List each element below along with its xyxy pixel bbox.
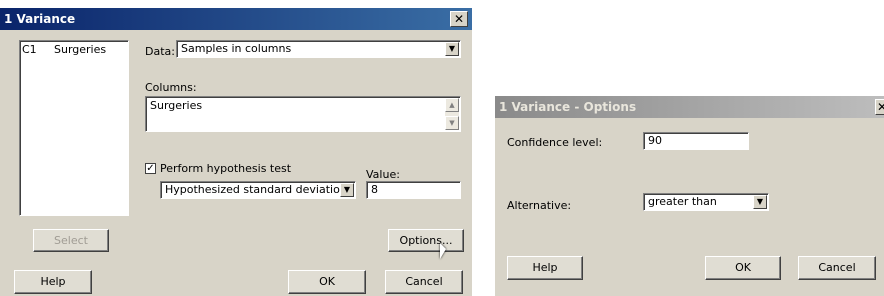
variance-dialog: 1 Variance ✕ C1 Surgeries Data: Samples … (0, 8, 472, 296)
alternative-dropdown-value: greater than (648, 195, 717, 208)
scroll-up-icon[interactable]: ▲ (445, 98, 459, 112)
alternative-dropdown[interactable]: greater than ▼ (643, 193, 769, 211)
variance-dialog-title-bar[interactable]: 1 Variance (0, 8, 472, 30)
cancel-button[interactable]: Cancel (385, 270, 463, 294)
columns-label: Columns: (145, 81, 197, 94)
hypothesis-type-value: Hypothesized standard deviation (165, 183, 347, 196)
help-button[interactable]: Help (14, 270, 92, 294)
confidence-input-value: 90 (648, 134, 662, 147)
options-cancel-button[interactable]: Cancel (798, 256, 876, 280)
options-button[interactable]: Options... (388, 229, 464, 252)
options-dialog-title: 1 Variance - Options (499, 100, 637, 114)
value-label: Value: (366, 168, 400, 181)
ok-button[interactable]: OK (288, 270, 366, 294)
data-dropdown-value: Samples in columns (181, 42, 292, 55)
mouse-cursor-icon (440, 243, 446, 259)
alternative-label: Alternative: (507, 199, 572, 212)
confidence-label: Confidence level: (507, 136, 603, 149)
variance-dialog-title: 1 Variance (4, 12, 76, 26)
chevron-down-icon[interactable]: ▼ (340, 183, 354, 197)
variable-listbox[interactable]: C1 Surgeries (19, 40, 129, 216)
perform-test-label: Perform hypothesis test (160, 162, 292, 175)
scroll-down-icon[interactable]: ▼ (445, 116, 459, 130)
hypothesis-type-dropdown[interactable]: Hypothesized standard deviation ▼ (160, 181, 356, 199)
options-help-button[interactable]: Help (507, 256, 583, 280)
options-ok-button[interactable]: OK (705, 256, 781, 280)
select-button[interactable]: Select (33, 229, 109, 252)
perform-test-checkbox[interactable]: ✓ (145, 163, 156, 174)
confidence-input[interactable]: 90 (643, 132, 749, 150)
close-icon[interactable]: ✕ (875, 99, 884, 115)
columns-input[interactable]: Surgeries ▲ ▼ (145, 96, 461, 132)
value-input[interactable]: 8 (366, 181, 461, 199)
options-dialog: 1 Variance - Options ✕ Confidence level:… (495, 96, 884, 296)
chevron-down-icon[interactable]: ▼ (753, 195, 767, 209)
value-input-value: 8 (371, 183, 378, 196)
columns-scrollbar[interactable]: ▲ ▼ (445, 98, 459, 130)
data-dropdown[interactable]: Samples in columns ▼ (176, 40, 461, 58)
chevron-down-icon[interactable]: ▼ (445, 42, 459, 56)
variable-list-item[interactable]: C1 Surgeries (22, 43, 126, 56)
variable-column-name: Surgeries (54, 43, 107, 56)
close-icon[interactable]: ✕ (450, 11, 468, 27)
data-label: Data: (145, 45, 175, 58)
variable-column-id: C1 (22, 43, 37, 56)
options-dialog-title-bar[interactable]: 1 Variance - Options (495, 96, 884, 118)
columns-input-value: Surgeries (150, 99, 203, 112)
